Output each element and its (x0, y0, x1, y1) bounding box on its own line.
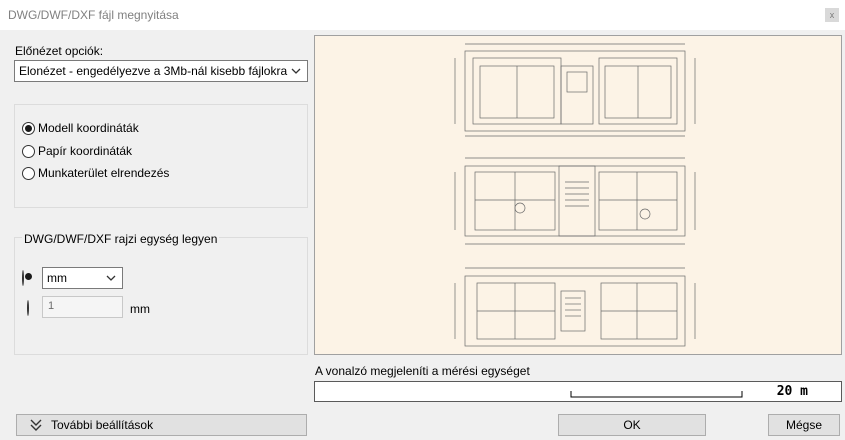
preview-options-dropdown[interactable]: Elonézet - engedélyezve a 3Mb-nál kisebb… (14, 60, 308, 82)
scale-ruler: 20 m (314, 381, 842, 402)
radio-indicator[interactable] (22, 121, 35, 135)
unit-dropdown[interactable]: mm (42, 267, 123, 289)
radio-label: Papír koordináták (38, 144, 133, 158)
radio-model-coordinates[interactable]: Modell koordináták (22, 120, 139, 136)
preview-options-value: Elonézet - engedélyezve a 3Mb-nál kisebb… (19, 64, 288, 78)
radio-paper-coordinates[interactable]: Papír koordináták (22, 143, 132, 159)
more-settings-label: További beállítások (51, 418, 154, 432)
cancel-button[interactable]: Mégse (768, 414, 840, 436)
radio-workspace-layout[interactable]: Munkaterület elrendezés (22, 165, 169, 181)
title-bar: DWG/DWF/DXF fájl megnyitása x (0, 0, 845, 30)
radio-label: Modell koordináták (38, 121, 139, 135)
radio-unit-preset[interactable] (22, 270, 24, 286)
floor-plan-drawing (454, 43, 696, 347)
close-button[interactable]: x (825, 8, 839, 22)
window-title: DWG/DWF/DXF fájl megnyitása (8, 8, 179, 22)
chevron-down-icon (291, 68, 301, 74)
radio-unit-custom[interactable] (27, 300, 29, 316)
radio-label: Munkaterület elrendezés (38, 166, 170, 180)
preview-options-label: Előnézet opciók: (15, 44, 104, 58)
chevron-down-icon (106, 275, 116, 281)
units-group-title: DWG/DWF/DXF rajzi egység legyen (22, 232, 220, 246)
drawing-preview (314, 35, 842, 355)
radio-indicator[interactable] (22, 144, 35, 158)
double-chevron-down-icon (30, 419, 42, 431)
custom-unit-label: mm (130, 302, 150, 316)
scale-label: A vonalzó megjeleníti a mérési egységet (315, 364, 530, 378)
more-settings-button[interactable]: További beállítások (16, 414, 307, 436)
scale-bar (570, 391, 743, 398)
radio-indicator[interactable] (22, 166, 35, 180)
custom-unit-value: 1 (48, 300, 55, 312)
scale-value: 20 m (776, 384, 808, 399)
ok-button[interactable]: OK (558, 414, 706, 436)
unit-dropdown-value: mm (47, 271, 67, 285)
custom-unit-input[interactable]: 1 (42, 296, 123, 318)
